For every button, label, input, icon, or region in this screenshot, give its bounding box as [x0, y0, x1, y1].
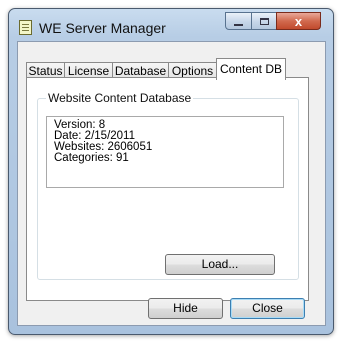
tab-content-db[interactable]: Content DB — [216, 58, 286, 80]
close-icon: x — [294, 13, 303, 29]
notepad-icon — [19, 20, 32, 35]
close-button[interactable]: Close — [230, 298, 305, 319]
minimize-button[interactable] — [225, 12, 252, 30]
minimize-icon — [234, 23, 243, 26]
close-window-button[interactable]: x — [276, 12, 321, 30]
database-info-box: Version: 8 Date: 2/15/2011 Websites: 260… — [46, 116, 284, 188]
title-bar[interactable]: WE Server Manager x — [9, 9, 333, 41]
content-database-group: Website Content Database Version: 8 Date… — [37, 91, 299, 280]
maximize-icon — [259, 17, 269, 25]
dialog-body: Status License Database Options Content … — [17, 41, 326, 326]
load-button[interactable]: Load... — [165, 254, 275, 275]
app-window: WE Server Manager x Status License Datab… — [8, 8, 334, 335]
maximize-button[interactable] — [251, 12, 277, 30]
hide-button[interactable]: Hide — [148, 298, 223, 319]
window-title: WE Server Manager — [39, 20, 166, 36]
content-db-panel: Website Content Database Version: 8 Date… — [26, 77, 309, 301]
categories-count-text: Categories: 91 — [54, 152, 129, 164]
group-title: Website Content Database — [46, 91, 194, 105]
